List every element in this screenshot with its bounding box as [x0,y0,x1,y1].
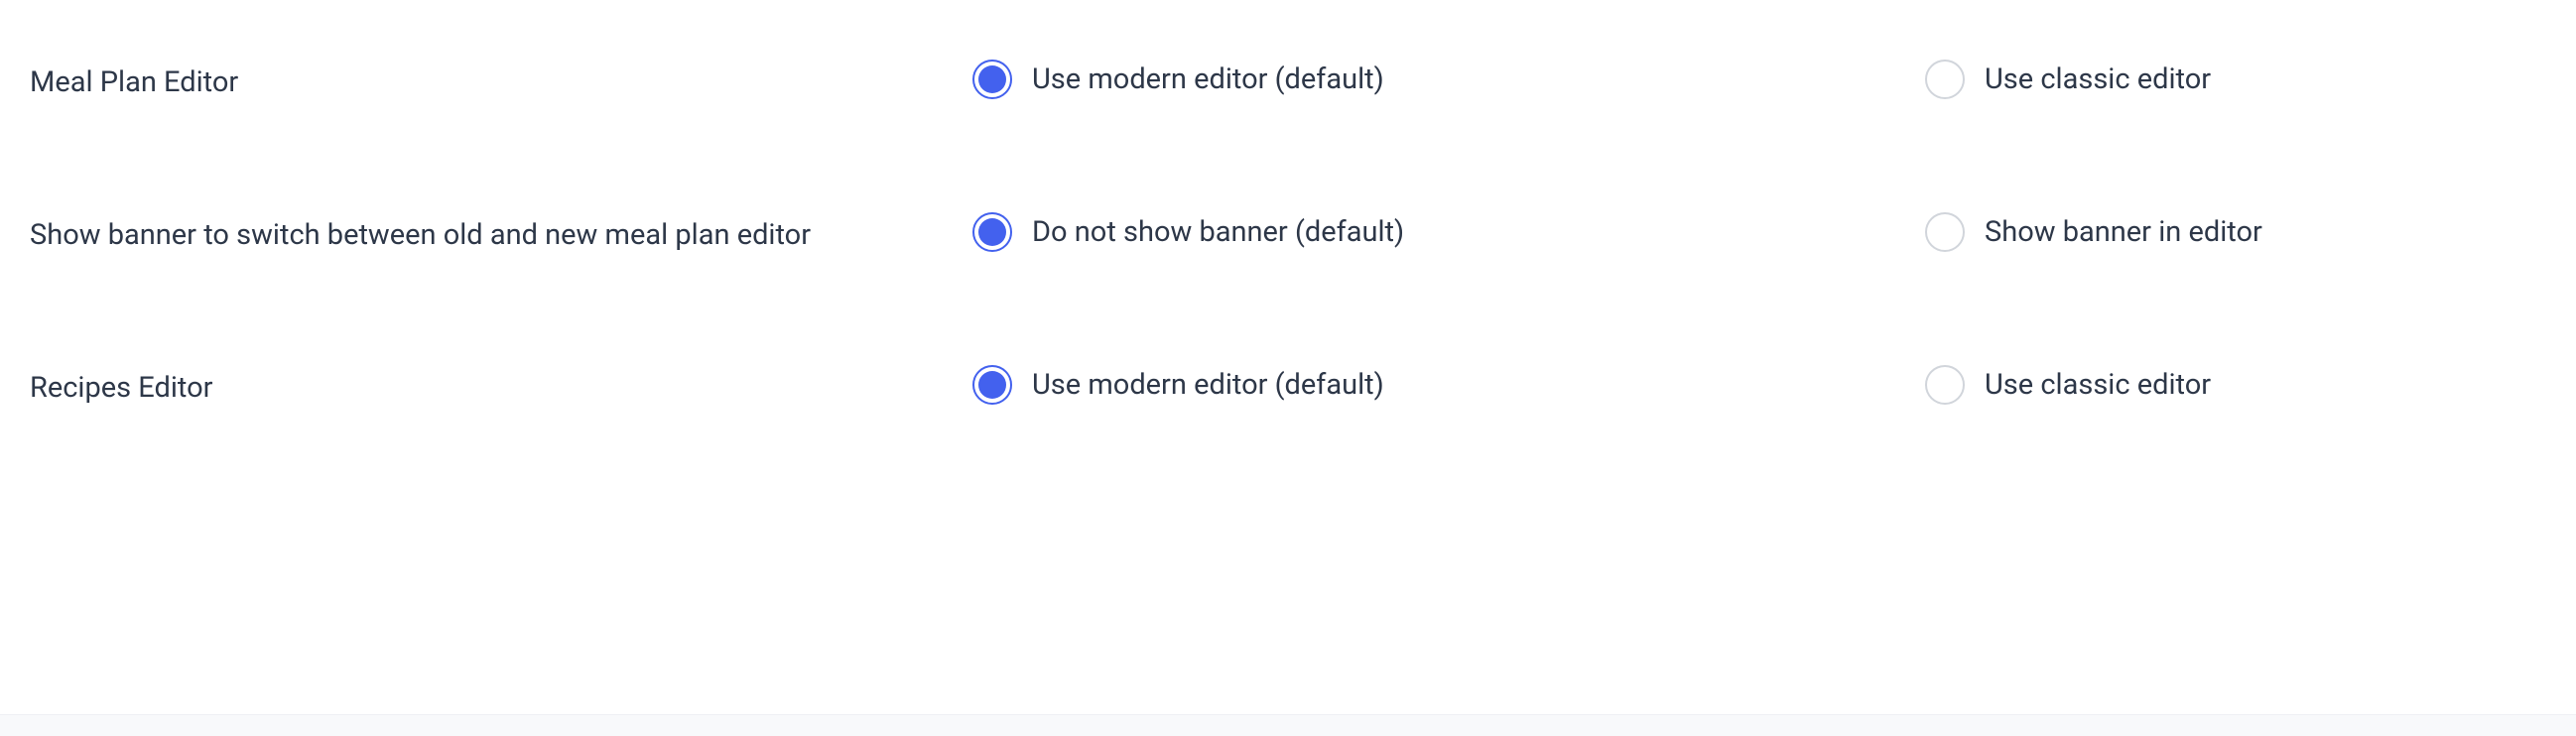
option-group: Use modern editor (default) Use classic … [972,60,2546,99]
radio-option-modern-editor[interactable]: Use modern editor (default) [972,60,1925,99]
radio-option-no-banner[interactable]: Do not show banner (default) [972,212,1925,252]
option-label: Use classic editor [1985,62,2211,96]
setting-label: Recipes Editor [30,365,972,409]
settings-section: Meal Plan Editor Use modern editor (defa… [0,0,2576,409]
option-label: Use classic editor [1985,368,2211,402]
radio-selected-icon [972,60,1012,99]
radio-selected-icon [972,212,1012,252]
setting-row-meal-plan-editor: Meal Plan Editor Use modern editor (defa… [30,60,2546,103]
option-label: Use modern editor (default) [1032,368,1384,402]
radio-option-classic-editor[interactable]: Use classic editor [1925,365,2211,405]
setting-label: Meal Plan Editor [30,60,972,103]
radio-unselected-icon [1925,212,1965,252]
option-group: Do not show banner (default) Show banner… [972,212,2546,252]
option-label: Show banner in editor [1985,215,2262,249]
option-group: Use modern editor (default) Use classic … [972,365,2546,405]
radio-unselected-icon [1925,365,1965,405]
option-label: Use modern editor (default) [1032,62,1384,96]
radio-option-classic-editor[interactable]: Use classic editor [1925,60,2211,99]
radio-selected-icon [972,365,1012,405]
radio-unselected-icon [1925,60,1965,99]
radio-option-show-banner[interactable]: Show banner in editor [1925,212,2262,252]
option-label: Do not show banner (default) [1032,215,1404,249]
setting-label: Show banner to switch between old and ne… [30,212,972,256]
setting-row-recipes-editor: Recipes Editor Use modern editor (defaul… [30,365,2546,409]
setting-row-show-banner: Show banner to switch between old and ne… [30,212,2546,256]
section-divider [0,714,2576,736]
radio-option-modern-editor[interactable]: Use modern editor (default) [972,365,1925,405]
